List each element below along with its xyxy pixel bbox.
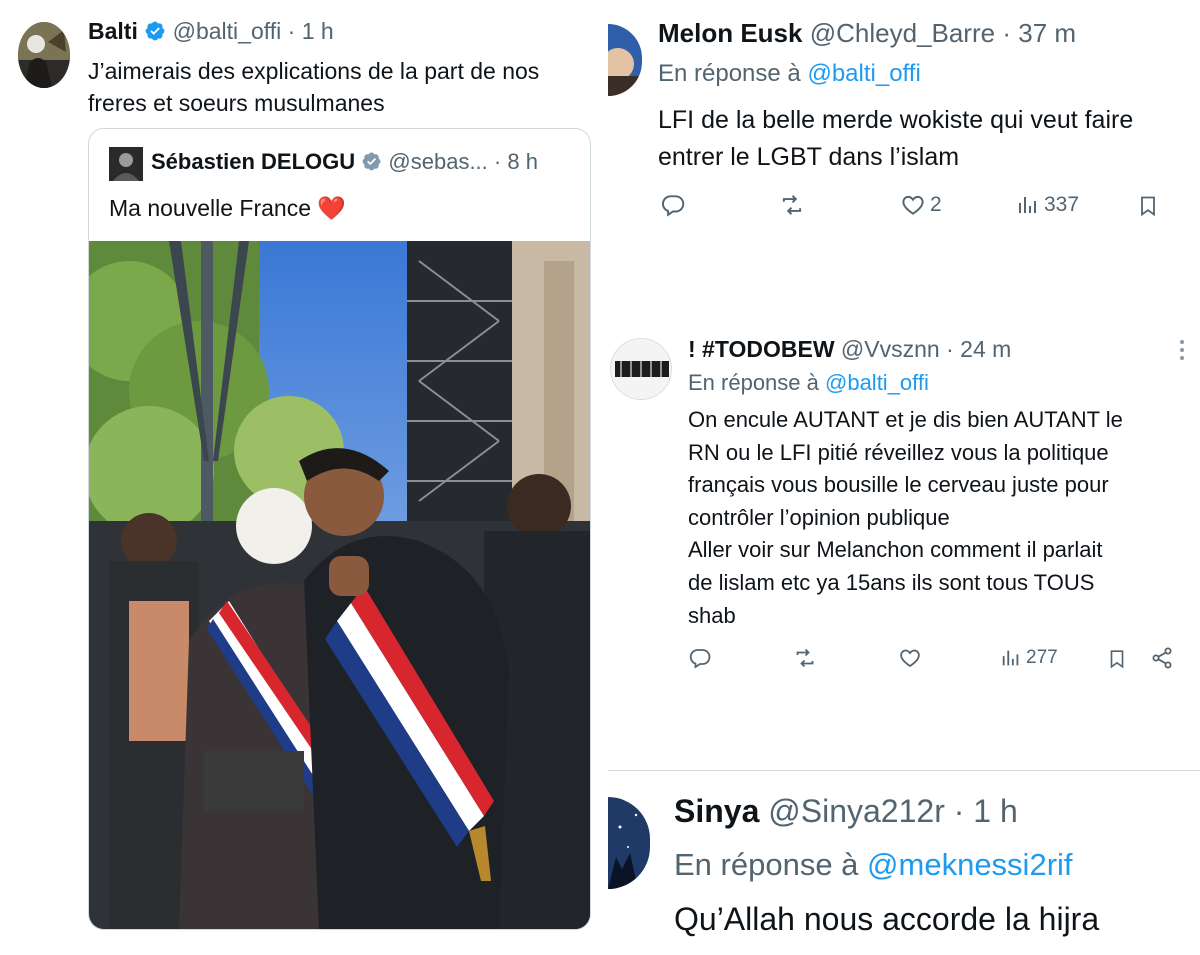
tweet-balti[interactable]: Balti @balti_offi · 1 h J’aimerais des e… (0, 0, 598, 955)
tweet-header: Balti @balti_offi · 1 h (88, 18, 334, 48)
avatar[interactable] (608, 797, 650, 889)
quote-avatar[interactable] (109, 147, 143, 181)
tweet-text: Qu’Allah nous accorde la hijra (674, 901, 1100, 937)
reply-context: En réponse à @balti_offi (688, 370, 929, 396)
author-name[interactable]: Melon Eusk (658, 18, 802, 48)
heart-icon (900, 649, 920, 668)
quote-author-name[interactable]: Sébastien DELOGU (151, 149, 355, 174)
reply-icon (661, 195, 685, 217)
reply-mention[interactable]: @balti_offi (807, 60, 920, 87)
bookmark-button[interactable] (1136, 192, 1160, 220)
avatar-photo (18, 22, 70, 88)
tweet-header: Sinya @Sinya212r · 1 h (674, 793, 1018, 830)
timestamp[interactable]: 1 h (302, 18, 334, 44)
reply-prefix: En réponse à (674, 847, 859, 882)
reply-context: En réponse à @balti_offi (658, 60, 921, 88)
quote-text-content: Ma nouvelle France (109, 195, 311, 221)
more-options-button[interactable] (1178, 338, 1186, 367)
share-button[interactable] (1150, 646, 1174, 670)
verified-badge-icon (144, 20, 166, 48)
author-handle[interactable]: @Vvsznn (841, 336, 940, 362)
avatar[interactable] (610, 338, 672, 400)
bookmark-button[interactable] (1106, 646, 1128, 672)
repost-button[interactable] (778, 192, 806, 218)
avatar[interactable] (608, 24, 642, 96)
author-handle[interactable]: @balti_offi (173, 18, 282, 44)
tweet-text-line: shab (688, 602, 736, 628)
views-icon (1002, 650, 1019, 666)
share-icon (1152, 647, 1172, 669)
tweet-text-line: de lislam etc ya 15ans ils sont tous TOU… (688, 569, 1095, 595)
repost-icon (796, 648, 814, 668)
views-icon (1019, 197, 1036, 213)
reply-prefix: En réponse à (688, 370, 819, 395)
like-button[interactable] (898, 646, 922, 670)
verified-badge-icon (361, 151, 382, 178)
tweet-header: Melon Eusk @Chleyd_Barre · 37 m (658, 18, 1076, 49)
reply-button[interactable] (688, 646, 712, 670)
reply-melon-eusk[interactable]: Melon Eusk @Chleyd_Barre · 37 m En répon… (608, 0, 1200, 260)
quote-header: Sébastien DELOGU @sebas... · 8 h (151, 149, 538, 178)
reply-todobew[interactable]: ! #TODOBEW @Vvsznn · 24 m En réponse à @… (608, 320, 1200, 700)
timestamp[interactable]: 1 h (973, 793, 1017, 829)
like-count: 2 (930, 193, 942, 216)
separator-dot: · (1002, 18, 1011, 48)
views-count: 337 (1044, 193, 1080, 216)
author-handle[interactable]: @Sinya212r (768, 793, 945, 829)
tweet-text-line: contrôler l’opinion publique (688, 504, 950, 530)
author-name[interactable]: Balti (88, 18, 138, 44)
avatar-photo (608, 24, 642, 96)
separator-dot: · (287, 18, 296, 44)
author-handle[interactable]: @Chleyd_Barre (810, 18, 995, 48)
heart-emoji: ❤️ (317, 195, 347, 221)
timestamp[interactable]: 24 m (960, 336, 1011, 362)
reply-context: En réponse à @meknessi2rif (674, 847, 1073, 883)
reply-sinya[interactable]: Sinya @Sinya212r · 1 h En réponse à @mek… (608, 770, 1200, 955)
author-name[interactable]: ! #TODOBEW (688, 336, 835, 362)
more-icon (1180, 340, 1184, 360)
repost-button[interactable] (792, 646, 818, 670)
separator-dot: · (946, 336, 954, 362)
avatar[interactable] (18, 22, 70, 88)
bookmark-icon (1110, 650, 1124, 669)
avatar-photo (608, 797, 650, 889)
repost-icon (782, 195, 802, 215)
like-button[interactable]: 2 (900, 192, 942, 218)
tweet-text-line: RN ou le LFI pitié réveillez vous la pol… (688, 439, 1109, 465)
reply-mention[interactable]: @balti_offi (825, 370, 929, 395)
reply-icon (689, 649, 711, 669)
timestamp[interactable]: 37 m (1018, 18, 1076, 48)
quote-author-handle[interactable]: @sebas... (388, 149, 487, 174)
avatar-photo (611, 339, 671, 399)
tweet-text: On encule AUTANT et je dis bien AUTANT l… (688, 404, 1123, 632)
tweet-text-line: français vous bousille le cerveau juste … (688, 472, 1109, 498)
heart-icon (902, 195, 924, 215)
views-button[interactable]: 277 (1000, 646, 1058, 670)
tweet-text-line: On encule AUTANT et je dis bien AUTANT l… (688, 407, 1123, 432)
tweet-header: ! #TODOBEW @Vvsznn · 24 m (688, 336, 1011, 363)
reply-button[interactable] (660, 192, 686, 218)
author-name[interactable]: Sinya (674, 793, 759, 829)
reply-prefix: En réponse à (658, 60, 801, 87)
separator-dot: · (953, 793, 965, 829)
views-button[interactable]: 337 (1016, 192, 1079, 218)
bookmark-icon (1141, 196, 1155, 217)
tweet-text: LFI de la belle merde wokiste qui veut f… (658, 106, 1134, 171)
separator-dot: · (493, 149, 502, 174)
tweet-photo[interactable] (89, 241, 591, 930)
tweet-text-line: Aller voir sur Melanchon comment il parl… (688, 537, 1103, 563)
quote-avatar-photo (109, 147, 143, 181)
quote-text: Ma nouvelle France ❤️ (109, 195, 346, 222)
reply-mention[interactable]: @meknessi2rif (867, 847, 1072, 882)
quote-timestamp[interactable]: 8 h (507, 149, 538, 174)
tweet-text: J’aimerais des explications de la part d… (88, 58, 540, 116)
views-count: 277 (1026, 647, 1058, 668)
quoted-tweet[interactable]: Sébastien DELOGU @sebas... · 8 h Ma nouv… (88, 128, 591, 930)
